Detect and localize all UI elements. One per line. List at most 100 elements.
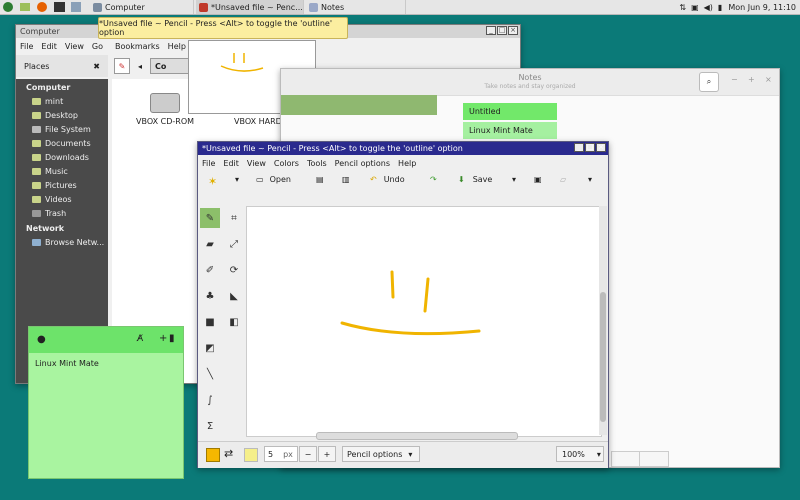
scale-tool-button[interactable]: ⤢ xyxy=(224,234,244,254)
menu-file[interactable]: File xyxy=(202,159,215,168)
clock-label[interactable]: Mon Jun 9, 11:10 xyxy=(728,3,796,12)
clipboard-button[interactable]: ▥ xyxy=(342,175,350,184)
drawing-canvas[interactable] xyxy=(246,206,602,437)
sidebar-item-pictures[interactable]: Pictures xyxy=(16,178,108,192)
size-decrease-button[interactable]: − xyxy=(299,446,317,462)
menu-edit[interactable]: Edit xyxy=(223,159,239,168)
redo-button[interactable]: ↷ xyxy=(430,175,437,184)
horizontal-scrollbar[interactable] xyxy=(316,432,518,440)
secondary-color-swatch[interactable] xyxy=(244,448,258,462)
edit-location-button[interactable]: ✎ xyxy=(114,58,130,74)
notes-footer-button[interactable] xyxy=(639,451,669,467)
menu-help[interactable]: Help xyxy=(398,159,416,168)
close-button[interactable]: × xyxy=(508,26,518,35)
curve-tool-button[interactable]: ∫ xyxy=(200,390,220,410)
task-pencil[interactable]: *Unsaved file ~ Penc... xyxy=(196,0,304,14)
close-icon[interactable]: × xyxy=(765,75,772,84)
menu-colors[interactable]: Colors xyxy=(274,159,299,168)
menu-icon[interactable] xyxy=(3,2,13,12)
menu-edit[interactable]: Edit xyxy=(41,42,57,51)
eraser-tool-button[interactable]: ▰ xyxy=(200,234,220,254)
shield-icon[interactable]: ▣ xyxy=(691,3,699,12)
menu-view[interactable]: View xyxy=(65,42,84,51)
pencil-titlebar[interactable]: *Unsaved file ~ Pencil - Press <Alt> to … xyxy=(198,142,608,155)
vertical-scrollbar[interactable] xyxy=(599,206,607,435)
trash-icon[interactable]: ▮ xyxy=(169,333,175,344)
pencil-tool-button[interactable]: ✎ xyxy=(200,208,220,228)
volume-icon[interactable]: ◀) xyxy=(704,3,713,12)
sidebar-item-mint[interactable]: mint xyxy=(16,94,108,108)
ink-drop-icon[interactable]: ● xyxy=(37,334,46,345)
add-note-icon[interactable]: + xyxy=(159,333,167,344)
back-arrow-icon[interactable]: ◂ xyxy=(138,58,148,74)
paste-button[interactable]: ▤ xyxy=(316,175,324,184)
menu-view[interactable]: View xyxy=(247,159,266,168)
menu-help[interactable]: Help xyxy=(168,42,186,51)
firefox-icon[interactable] xyxy=(37,2,47,12)
swap-colors-icon[interactable]: ⇄ xyxy=(224,447,233,460)
shade-tool-button[interactable]: ◧ xyxy=(224,312,244,332)
maximize-button[interactable]: □ xyxy=(585,143,595,152)
sidebar-item-videos[interactable]: Videos xyxy=(16,192,108,206)
close-button[interactable]: × xyxy=(596,143,606,152)
save-dropdown[interactable]: ▾ xyxy=(512,175,516,184)
rotate-tool-button[interactable]: ⟳ xyxy=(224,260,244,280)
task-computer[interactable]: Computer xyxy=(90,0,194,14)
files-icon[interactable] xyxy=(71,2,81,12)
text-tool-button[interactable]: Σ xyxy=(200,416,220,436)
primary-color-swatch[interactable] xyxy=(206,448,220,462)
overflow-menu[interactable]: ▾ xyxy=(588,175,592,184)
picker-tool-button[interactable]: ✐ xyxy=(200,260,220,280)
minimize-button[interactable]: _ xyxy=(486,26,496,35)
new-button[interactable]: ✶ xyxy=(208,175,217,188)
places-label[interactable]: Places xyxy=(24,62,49,71)
undo-button[interactable]: ↶ Undo xyxy=(370,175,405,184)
crop-tool-button[interactable]: ⌗ xyxy=(224,208,244,228)
close-sidebar-icon[interactable]: ✖ xyxy=(93,62,100,71)
drive-label[interactable]: VBOX HARD xyxy=(234,117,282,126)
note-item-linux-mint-mate[interactable]: Linux Mint Mate xyxy=(463,122,557,139)
menu-go[interactable]: Go xyxy=(92,42,103,51)
cdrom-icon[interactable] xyxy=(150,93,180,113)
folder-launcher-icon[interactable] xyxy=(20,3,30,11)
zoom-dropdown[interactable]: 100% ▾ xyxy=(556,446,604,462)
pencil-options-dropdown[interactable]: Pencil options ▾ xyxy=(342,446,420,462)
size-increase-button[interactable]: + xyxy=(318,446,336,462)
search-button[interactable]: ⌕ xyxy=(699,72,719,92)
location-button[interactable]: Co xyxy=(150,58,190,74)
select-tool-button[interactable]: ◩ xyxy=(200,338,220,358)
maximize-button[interactable]: □ xyxy=(497,26,507,35)
minimize-icon[interactable]: − xyxy=(731,75,738,84)
power-icon[interactable]: ▮ xyxy=(718,3,722,12)
sidebar-item-desktop[interactable]: Desktop xyxy=(16,108,108,122)
font-icon[interactable]: A̸ xyxy=(137,334,143,344)
menu-bookmarks[interactable]: Bookmarks xyxy=(115,42,160,51)
fullscreen-button[interactable]: ▱ xyxy=(560,175,566,184)
open-button[interactable]: ▭ Open xyxy=(256,175,291,184)
menu-tools[interactable]: Tools xyxy=(307,159,327,168)
print-button[interactable]: ▣ xyxy=(534,175,542,184)
task-notes[interactable]: Notes xyxy=(306,0,406,14)
note-item-untitled[interactable]: Untitled xyxy=(463,103,557,120)
notes-footer-button[interactable] xyxy=(611,451,641,467)
minimize-button[interactable]: _ xyxy=(574,143,584,152)
menu-file[interactable]: File xyxy=(20,42,33,51)
save-button[interactable]: ⬇ Save xyxy=(458,175,492,184)
size-input[interactable]: 5 px xyxy=(264,446,298,462)
sidebar-item-trash[interactable]: Trash xyxy=(16,206,108,220)
sidebar-item-browse-network[interactable]: Browse Netw... xyxy=(16,235,108,249)
network-icon[interactable]: ⇅ xyxy=(679,3,686,12)
sticky-text[interactable]: Linux Mint Mate xyxy=(35,359,99,368)
maximize-icon[interactable]: + xyxy=(748,75,755,84)
brush-tool-button[interactable]: ♣ xyxy=(200,286,220,306)
line-tool-button[interactable]: ╲ xyxy=(200,364,220,384)
sidebar-item-downloads[interactable]: Downloads xyxy=(16,150,108,164)
scroll-thumb[interactable] xyxy=(600,292,606,422)
drive-label[interactable]: VBOX CD-ROM xyxy=(136,117,194,126)
new-dropdown[interactable]: ▾ xyxy=(235,175,239,184)
fill-tool-button[interactable]: ◣ xyxy=(224,286,244,306)
sidebar-item-file-system[interactable]: File System xyxy=(16,122,108,136)
sidebar-item-documents[interactable]: Documents xyxy=(16,136,108,150)
terminal-icon[interactable] xyxy=(54,2,65,12)
menu-pencil-options[interactable]: Pencil options xyxy=(335,159,390,168)
